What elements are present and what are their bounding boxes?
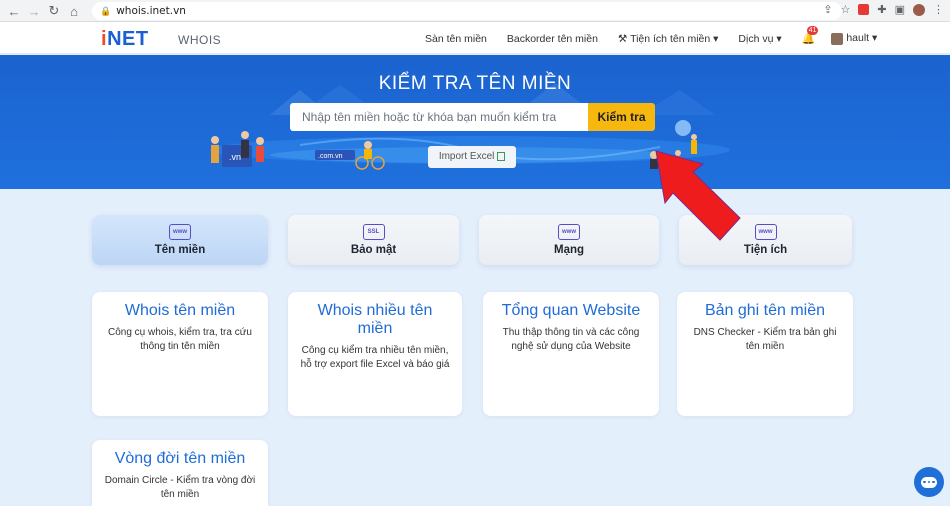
www-tools-icon: www — [754, 224, 777, 240]
domain-search-input[interactable]: Nhập tên miền hoặc từ khóa bạn muốn kiểm… — [290, 103, 588, 131]
card-description: Công cụ whois, kiểm tra, tra cứu thông t… — [108, 327, 252, 352]
section-label: WHOIS — [178, 33, 222, 47]
chat-bubble-icon — [921, 476, 937, 488]
back-icon[interactable]: ← — [4, 1, 24, 21]
browser-menu-icon[interactable]: ⋮ — [933, 3, 944, 16]
tab-security-label: Bảo mật — [350, 244, 397, 256]
tab-domain-label: Tên miền — [154, 244, 206, 256]
extensions-puzzle-icon[interactable]: ✚ — [877, 3, 886, 16]
user-avatar — [831, 32, 844, 45]
card-title: Whois tên miền — [124, 302, 236, 319]
tab-network-label: Mạng — [553, 244, 585, 256]
card-title: Vòng đời tên miền — [114, 450, 246, 467]
browser-toolbar: ← → ↻ ⌂ 🔒 whois.inet.vn ⇪ ☆ ✚ ▣ ⋮ — [0, 0, 950, 22]
sidebar-icon[interactable]: ▣ — [895, 3, 905, 16]
user-menu[interactable]: hault ▾ — [831, 32, 878, 45]
illustration-com-vn-label: .com.vn — [318, 153, 343, 160]
card-title: Whois nhiều tên miền — [317, 302, 433, 337]
main-menu: Sàn tên miền Backorder tên miền ⚒ Tiện í… — [425, 26, 878, 45]
card-whois-multiple[interactable]: Whois nhiều tên miền Công cụ kiểm tra nh… — [288, 292, 462, 416]
card-dns-records[interactable]: Bản ghi tên miền DNS Checker - Kiểm tra … — [677, 292, 853, 416]
forward-icon[interactable]: → — [24, 1, 44, 21]
share-icon[interactable]: ⇪ — [823, 3, 832, 16]
home-icon[interactable]: ⌂ — [64, 1, 84, 21]
card-title: Tổng quan Website — [501, 302, 641, 319]
card-description: Domain Circle - Kiểm tra vòng đời tên mi… — [104, 475, 256, 500]
user-name: hault ▾ — [846, 32, 878, 45]
tab-utilities-label: Tiện ích — [743, 244, 788, 256]
bookmark-star-icon[interactable]: ☆ — [841, 3, 851, 16]
extension-red-icon[interactable] — [858, 4, 870, 15]
profile-avatar-icon[interactable] — [913, 3, 925, 16]
www-search-icon: www — [169, 224, 191, 240]
tab-domain[interactable]: www Tên miền — [92, 215, 268, 265]
hero-banner: .vn .com.vn KIỂM TRA TÊN MIỀN Nhập tên m… — [0, 55, 950, 189]
import-excel-label: Import Excel — [438, 151, 495, 162]
address-bar[interactable]: 🔒 whois.inet.vn — [92, 2, 842, 20]
card-domain-lifecycle[interactable]: Vòng đời tên miền Domain Circle - Kiểm t… — [92, 440, 268, 506]
check-domain-button[interactable]: Kiểm tra — [588, 103, 655, 131]
tab-utilities[interactable]: www Tiện ích — [679, 215, 852, 265]
security-check-icon: SSL — [362, 224, 385, 240]
www-ip-icon: www — [558, 224, 580, 240]
reload-icon[interactable]: ↻ — [44, 1, 64, 21]
card-description: Công cụ kiểm tra nhiều tên miền, hỗ trợ … — [300, 345, 450, 370]
excel-file-icon — [497, 151, 506, 161]
menu-item-backorder[interactable]: Backorder tên miền — [507, 33, 598, 45]
card-title: Bản ghi tên miền — [704, 302, 826, 319]
notification-bell-icon[interactable]: 🔔 41 — [802, 26, 819, 45]
card-description: DNS Checker - Kiểm tra bản ghi tên miền — [693, 327, 837, 352]
card-whois-domain[interactable]: Whois tên miền Công cụ whois, kiểm tra, … — [92, 292, 268, 416]
notification-badge: 41 — [806, 26, 819, 35]
tab-security[interactable]: SSL Bảo mật — [288, 215, 459, 265]
illustration-vn-label: .vn — [229, 152, 241, 162]
card-website-overview[interactable]: Tổng quan Website Thu thập thông tin và … — [483, 292, 659, 416]
site-header: iNET WHOIS Sàn tên miền Backorder tên mi… — [0, 22, 950, 54]
menu-item-domain-tools[interactable]: ⚒ Tiện ích tên miền ▾ — [618, 33, 718, 45]
menu-item-domain-market[interactable]: Sàn tên miền — [425, 33, 487, 45]
tab-network[interactable]: www Mạng — [479, 215, 659, 265]
hero-title: KIỂM TRA TÊN MIỀN — [378, 73, 572, 94]
lock-icon: 🔒 — [100, 5, 112, 16]
card-description: Thu thập thông tin và các công nghệ sử d… — [502, 327, 640, 352]
inet-logo[interactable]: iNET — [101, 28, 149, 51]
chat-support-button[interactable] — [914, 467, 944, 497]
import-excel-button[interactable]: Import Excel — [428, 146, 516, 168]
menu-item-services[interactable]: Dịch vụ ▾ — [738, 33, 781, 45]
url-text: whois.inet.vn — [116, 5, 186, 17]
browser-actions: ⇪ ☆ ✚ ▣ ⋮ — [823, 3, 944, 16]
